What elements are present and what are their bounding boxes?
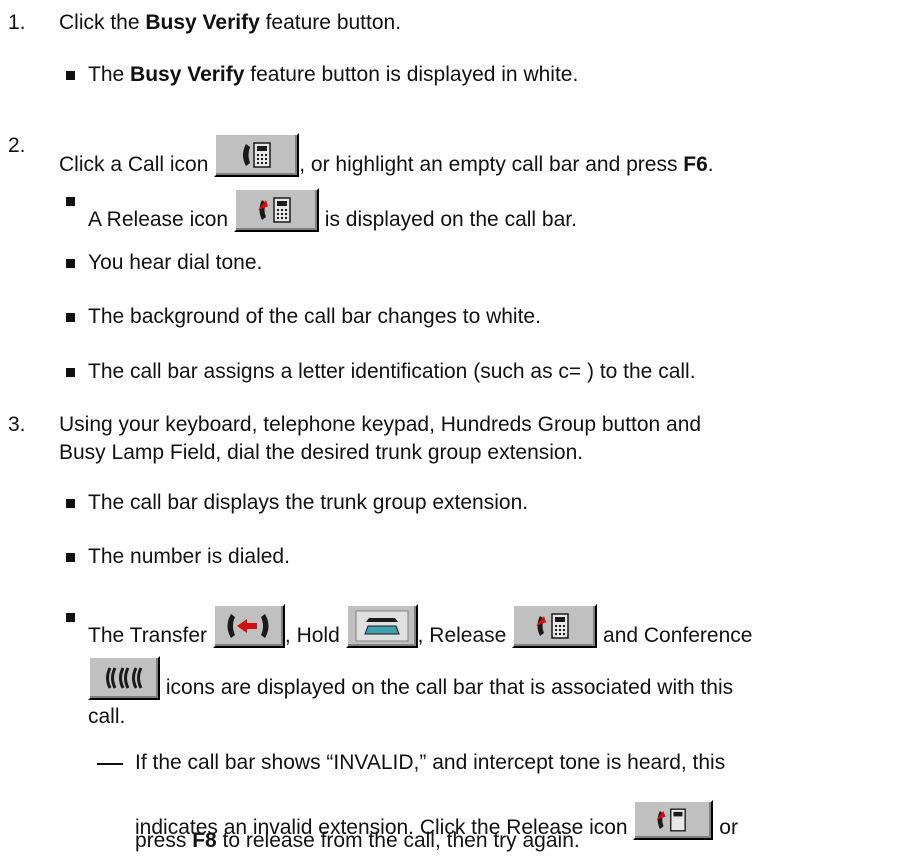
step-3-bullet-dialed: The number is dialed. (88, 545, 290, 568)
bullet-marker (66, 499, 75, 508)
bullet-marker (66, 613, 75, 622)
step-2-bullet-dial-tone: You hear dial tone. (88, 251, 263, 274)
step-3-line-2: Busy Lamp Field, dial the desired trunk … (59, 441, 584, 464)
note-line-1: If the call bar shows “INVALID,” and int… (135, 751, 726, 774)
hold-icon[interactable] (345, 604, 418, 648)
step-1-number: 1. (8, 11, 26, 34)
step-3-number: 3. (8, 413, 26, 436)
bullet-marker (66, 553, 75, 562)
step-3-bullet-icons: The Transfer , Hold , Release and Confer… (88, 604, 752, 649)
transfer-icon[interactable] (212, 604, 285, 648)
step-3-line-1: Using your keyboard, telephone keypad, H… (59, 413, 702, 436)
step-3-bullet-icons-call: call. (88, 705, 126, 728)
step-2-bullet-release: A Release icon is displayed on the call … (88, 188, 577, 233)
step-1-bullet: The Busy Verify feature button is displa… (88, 63, 579, 86)
step-2-bullet-background: The background of the call bar changes t… (88, 305, 541, 328)
conference-icon[interactable] (88, 656, 160, 700)
step-2-bullet-letter: The call bar assigns a letter identifica… (88, 360, 696, 383)
call-icon[interactable] (214, 133, 300, 177)
bullet-marker (66, 368, 75, 377)
release-icon[interactable] (633, 800, 714, 840)
note-dash (97, 763, 123, 765)
bullet-marker (66, 197, 75, 206)
release-icon[interactable] (512, 604, 598, 648)
bullet-marker (66, 259, 75, 268)
release-icon[interactable] (233, 188, 319, 232)
bullet-marker (66, 71, 75, 80)
bullet-marker (66, 313, 75, 322)
note-line-3: press F8 to release from the call, then … (135, 829, 580, 852)
step-2-text: Click a Call icon , or highlight an empt… (59, 133, 714, 178)
step-1-text: Click the Busy Verify feature button. (59, 11, 402, 34)
step-3-bullet-displays: The call bar displays the trunk group ex… (88, 491, 529, 514)
step-3-bullet-icons-cont: icons are displayed on the call bar that… (88, 656, 733, 701)
step-2-number: 2. (8, 134, 26, 157)
